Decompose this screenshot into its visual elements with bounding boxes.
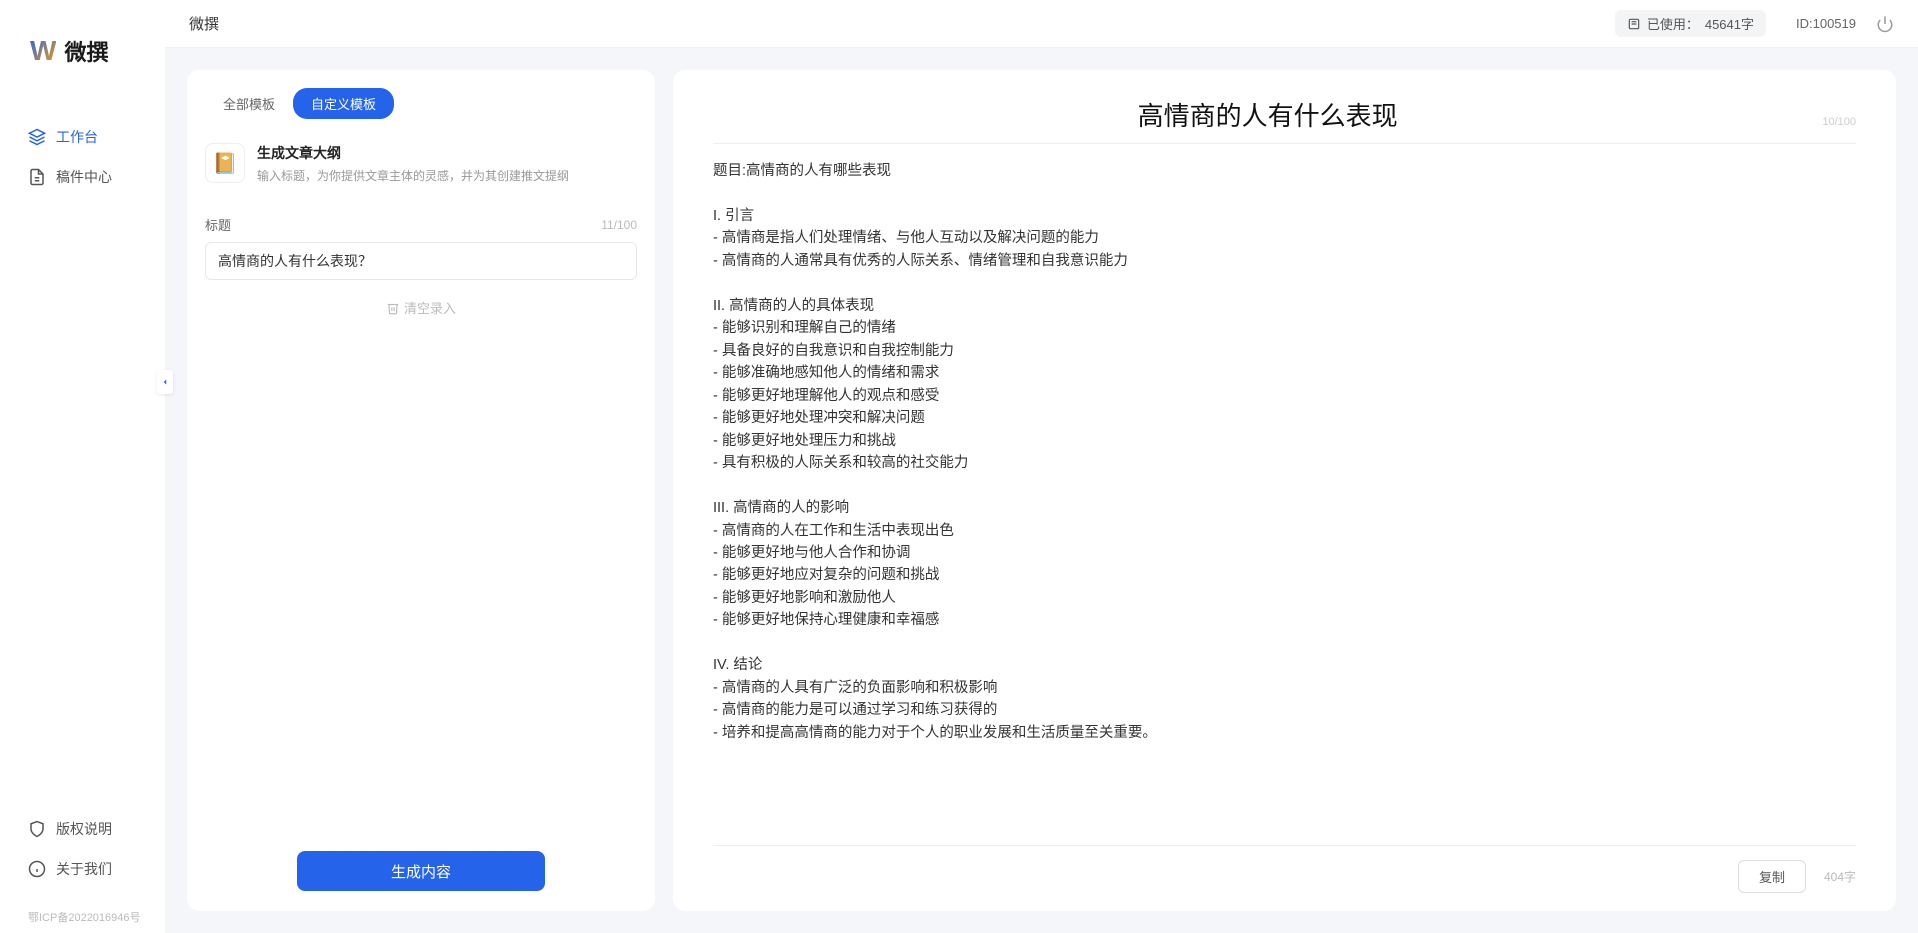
copy-button[interactable]: 复制 (1738, 860, 1806, 893)
template-name: 生成文章大纲 (257, 143, 569, 163)
clear-input-button[interactable]: 清空录入 (187, 298, 655, 317)
sidebar-item-label: 工作台 (56, 127, 98, 147)
sidebar-item-label: 关于我们 (56, 859, 112, 879)
doc-title[interactable]: 高情商的人有什么表现 (713, 96, 1822, 133)
field-label: 标题 (205, 215, 231, 234)
sidebar-item-drafts[interactable]: 稿件中心 (0, 157, 165, 197)
tab-all-templates[interactable]: 全部模板 (205, 88, 293, 119)
trash-icon (386, 301, 400, 315)
main: 微撰 已使用： 45641字 ID:100519 全部模板 自定义模板 📔 (165, 0, 1918, 933)
doc-footer: 复制 404字 (713, 845, 1856, 893)
power-icon (1876, 15, 1894, 33)
sidebar-bottom: 版权说明 关于我们 (0, 809, 165, 909)
user-id: ID:100519 (1796, 16, 1856, 31)
icp-footer: 鄂ICP备2022016946号 (0, 909, 165, 933)
template-card[interactable]: 📔 生成文章大纲 输入标题，为你提供文章主体的灵感，并为其创建推文提纲 (187, 133, 655, 203)
sidebar-item-copyright[interactable]: 版权说明 (0, 809, 165, 849)
template-panel: 全部模板 自定义模板 📔 生成文章大纲 输入标题，为你提供文章主体的灵感，并为其… (187, 70, 655, 911)
field-counter: 11/100 (601, 218, 637, 232)
sidebar-item-label: 稿件中心 (56, 167, 112, 187)
chevron-left-icon (160, 377, 170, 387)
logo-text: 微撰 (64, 35, 108, 67)
sidebar-item-label: 版权说明 (56, 819, 112, 839)
sidebar-item-workspace[interactable]: 工作台 (0, 117, 165, 157)
power-button[interactable] (1876, 15, 1894, 33)
template-desc: 输入标题，为你提供文章主体的灵感，并为其创建推文提纲 (257, 167, 569, 185)
title-counter: 10/100 (1822, 116, 1856, 128)
sidebar-nav: 工作台 稿件中心 (0, 97, 165, 809)
template-tabs: 全部模板 自定义模板 (187, 88, 655, 133)
title-input[interactable] (205, 242, 637, 280)
template-icon: 📔 (205, 143, 245, 183)
topbar: 微撰 已使用： 45641字 ID:100519 (165, 0, 1918, 48)
document-icon (28, 168, 46, 186)
collapse-sidebar-button[interactable] (157, 370, 173, 394)
doc-title-row: 高情商的人有什么表现 10/100 (713, 96, 1856, 144)
doc-body[interactable]: 题目:高情商的人有哪些表现 I. 引言 - 高情商是指人们处理情绪、与他人互动以… (713, 160, 1856, 835)
shield-icon (28, 820, 46, 838)
logo: W 微撰 (0, 0, 165, 97)
sidebar: W 微撰 工作台 稿件中心 版权说明 关于我们 鄂ICP备2022016946号 (0, 0, 165, 933)
page-title: 微撰 (189, 13, 219, 34)
generate-button[interactable]: 生成内容 (297, 851, 545, 891)
usage-badge[interactable]: 已使用： 45641字 (1615, 10, 1766, 37)
tab-custom-templates[interactable]: 自定义模板 (293, 88, 394, 119)
text-icon (1627, 17, 1641, 31)
title-field: 标题 11/100 (187, 203, 655, 280)
info-icon (28, 860, 46, 878)
word-count: 404字 (1824, 868, 1856, 885)
usage-prefix: 已使用： (1647, 14, 1699, 33)
content: 全部模板 自定义模板 📔 生成文章大纲 输入标题，为你提供文章主体的灵感，并为其… (165, 48, 1918, 933)
clear-label: 清空录入 (404, 298, 456, 317)
output-panel: 高情商的人有什么表现 10/100 题目:高情商的人有哪些表现 I. 引言 - … (673, 70, 1896, 911)
usage-value: 45641字 (1705, 14, 1754, 33)
cube-icon (28, 128, 46, 146)
logo-mark: W (30, 35, 56, 67)
sidebar-item-about[interactable]: 关于我们 (0, 849, 165, 889)
